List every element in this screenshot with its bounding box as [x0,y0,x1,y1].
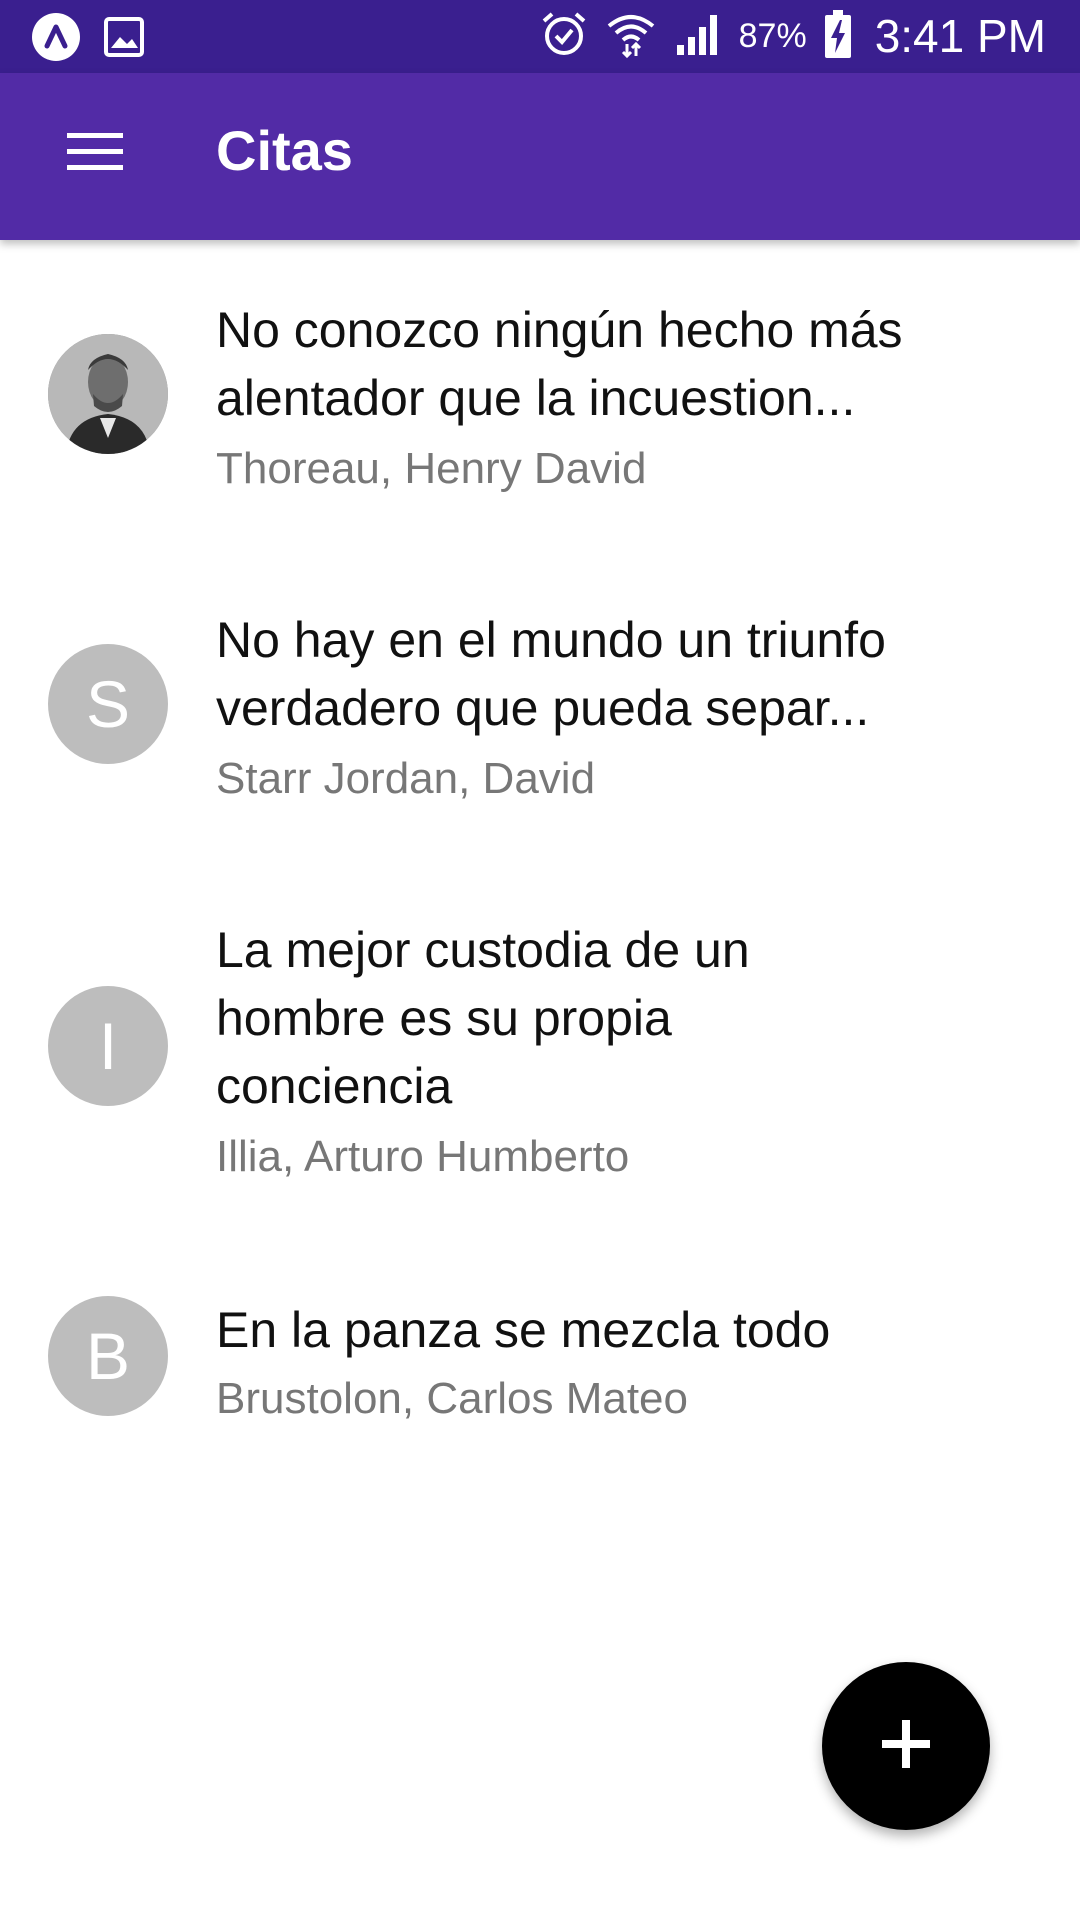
alarm-icon [539,9,589,64]
wifi-icon [605,8,657,65]
quote-text: La mejor custodia de un hombre es su pro… [216,922,750,1114]
status-bar: 87% 3:41 PM [0,0,1080,73]
plus-icon [876,1714,936,1779]
avatar: S [48,644,168,764]
app-screen: 87% 3:41 PM Citas No conozco ningún hech… [0,0,1080,1920]
page-title: Citas [216,119,353,182]
app-bar: Citas [0,73,1080,240]
quote-text: No conozco ningún hecho más alentador qu… [216,302,903,426]
image-icon [102,15,146,64]
quote-author: Thoreau, Henry David [216,444,647,493]
quote-text: No hay en el mundo un triunfo verdadero … [216,612,886,736]
list-item[interactable]: S No hay en el mundo un triunfo verdader… [0,550,1080,850]
quote-text: En la panza se mezcla todo [216,1302,831,1358]
battery-percent: 87% [738,16,807,55]
add-quote-button[interactable] [822,1662,990,1830]
quote-author: Illia, Arturo Humberto [216,1132,630,1181]
avatar: I [48,986,168,1106]
hamburger-menu-icon [67,131,123,176]
quote-author: Starr Jordan, David [216,754,596,803]
list-item[interactable]: B En la panza se mezcla todo Brustolon, … [0,1240,1080,1480]
list-item[interactable]: No conozco ningún hecho más alentador qu… [0,240,1080,540]
menu-button[interactable] [40,103,150,203]
avatar: B [48,1296,168,1416]
author-portrait-icon [48,334,168,454]
signal-icon [673,9,723,64]
app-logo-icon [30,11,82,68]
battery-charging-icon [823,8,853,65]
quote-author: Brustolon, Carlos Mateo [216,1374,688,1423]
avatar [48,334,168,454]
list-item[interactable]: I La mejor custodia de un hombre es su p… [0,860,1080,1220]
status-time: 3:41 PM [874,10,1046,62]
